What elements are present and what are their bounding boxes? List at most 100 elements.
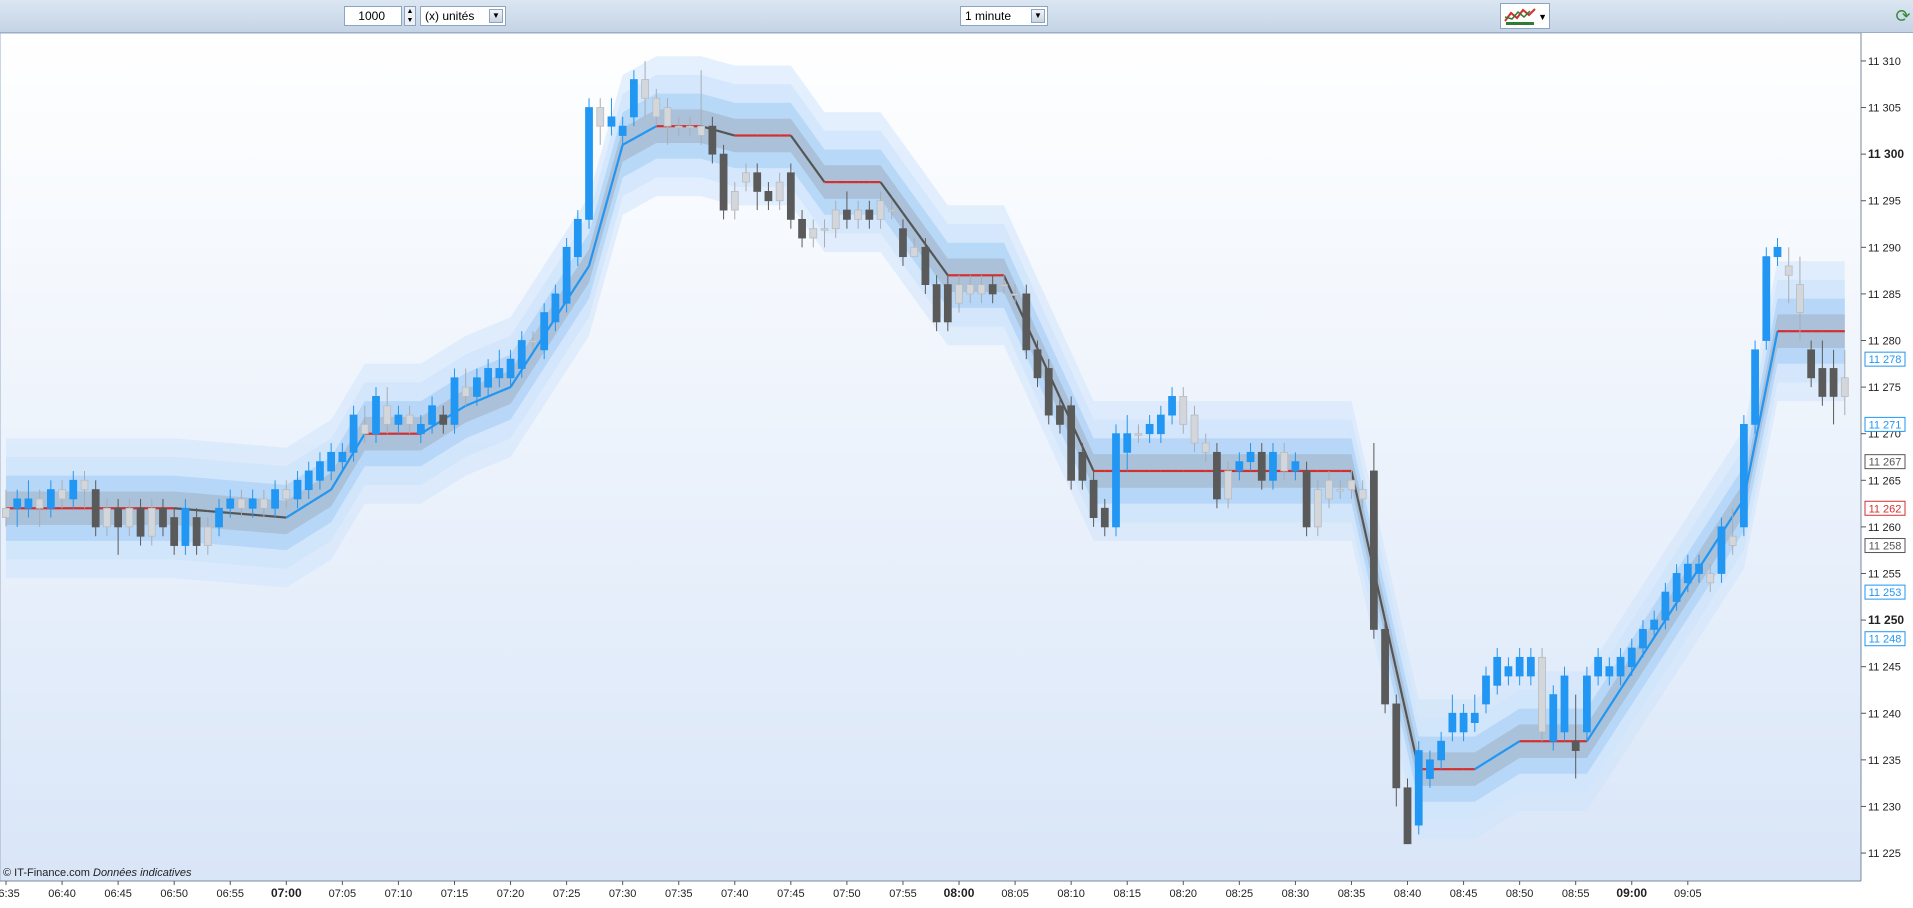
copyright-note: Données indicatives	[93, 867, 192, 879]
candle-body	[686, 125, 694, 129]
candle[interactable]	[1022, 284, 1031, 360]
price-marker: 11 253	[1864, 584, 1906, 600]
y-tick-label: 11 225	[1868, 848, 1901, 860]
candle-body	[540, 312, 549, 351]
candle-body	[114, 507, 122, 528]
candle-body	[159, 507, 167, 528]
candle-body	[1605, 666, 1614, 677]
price-marker-label: 11 267	[1869, 457, 1902, 469]
unit-select[interactable]: (x) unités ▼	[420, 6, 506, 26]
trend-segment	[274, 515, 287, 519]
candle[interactable]	[585, 98, 593, 229]
candle-body	[1650, 619, 1659, 630]
x-tick-label: 07:10	[385, 888, 413, 900]
candle[interactable]	[1560, 666, 1569, 742]
candle[interactable]	[1067, 396, 1076, 490]
y-tick-label: 11 300	[1868, 147, 1904, 161]
chevron-down-icon[interactable]: ▼	[489, 9, 503, 23]
candle-body	[1538, 656, 1546, 733]
candle-body	[226, 498, 235, 509]
candle-body	[1784, 265, 1793, 276]
y-tick-label: 11 280	[1868, 336, 1901, 348]
candle[interactable]	[1538, 648, 1546, 742]
candle-body	[1717, 526, 1726, 574]
period-select[interactable]: 1 minute ▼	[960, 6, 1048, 26]
y-tick-label: 11 240	[1868, 708, 1901, 720]
candle[interactable]	[1112, 424, 1120, 537]
candle-body	[293, 479, 302, 500]
candle-body	[1426, 759, 1434, 779]
chart-area[interactable]: 11 225 11 230 11 235 11 240 11 245 11 250 11 2…	[0, 32, 1913, 903]
candle[interactable]	[719, 144, 728, 220]
candle-body	[1033, 349, 1042, 379]
candle-body	[1336, 489, 1345, 492]
candle[interactable]	[450, 368, 459, 434]
price-marker: 11 278	[1864, 351, 1906, 367]
x-tick-label: 08:10	[1057, 888, 1085, 900]
candle-body	[1246, 451, 1255, 463]
x-tick-label: 07:55	[889, 888, 917, 900]
candle[interactable]	[1302, 461, 1311, 537]
unit-select-label: (x) unités	[425, 9, 475, 23]
candle[interactable]	[1403, 778, 1412, 845]
candle-body	[1470, 712, 1479, 723]
refresh-icon[interactable]: ⟳	[1893, 3, 1913, 29]
chart-style-button[interactable]: ▼	[1500, 3, 1550, 29]
price-marker-label: 11 278	[1869, 354, 1902, 366]
candle-body	[1740, 423, 1748, 528]
candle[interactable]	[562, 238, 571, 313]
candle-body	[1213, 451, 1221, 500]
candle-body	[1044, 368, 1053, 416]
candle-body	[1840, 377, 1849, 397]
candle-body	[2, 507, 10, 518]
candle[interactable]	[786, 163, 795, 229]
chart-toolbar: 1000 ▲ ▼ (x) unités ▼ 1 minute ▼ ▼ ⟳	[0, 0, 1913, 33]
price-marker-label: 11 253	[1869, 587, 1902, 599]
quantity-input[interactable]: 1000	[344, 6, 402, 26]
candle-body	[719, 153, 728, 211]
candle-body	[1560, 675, 1569, 733]
candle-body	[1571, 740, 1580, 751]
candle-body	[203, 526, 212, 546]
candle-body	[1683, 563, 1692, 584]
trend-segment	[241, 512, 253, 516]
candle[interactable]	[1213, 443, 1221, 509]
candle[interactable]	[1717, 517, 1726, 583]
candle-body	[1448, 712, 1457, 733]
candle[interactable]	[1762, 247, 1771, 350]
x-tick-label: 07:45	[777, 888, 805, 900]
x-tick-label: 07:30	[609, 888, 637, 900]
candle[interactable]	[1044, 359, 1053, 425]
candle[interactable]	[1381, 620, 1389, 714]
x-tick-label: 08:55	[1562, 888, 1590, 900]
candle-body	[181, 507, 190, 546]
candle-body	[1067, 405, 1076, 481]
quantity-spinner[interactable]: ▲ ▼	[404, 6, 416, 26]
candle[interactable]	[1370, 443, 1378, 639]
candle-body	[46, 489, 55, 509]
candle-body	[1179, 396, 1188, 425]
candle-body	[450, 377, 459, 425]
candle[interactable]	[1414, 741, 1423, 835]
candle-body	[596, 107, 605, 127]
candle-body	[943, 284, 952, 323]
candle-body	[1089, 479, 1098, 518]
chevron-down-icon[interactable]: ▼	[1031, 9, 1045, 23]
chevron-down-icon[interactable]: ▼	[1538, 12, 1547, 22]
candle-body	[271, 489, 279, 509]
candle-body	[260, 498, 268, 509]
candle-body	[1818, 368, 1827, 397]
candle-body	[13, 498, 22, 509]
candle-body	[764, 191, 773, 202]
candle-body	[1414, 750, 1423, 826]
candle-body	[1392, 703, 1401, 789]
candle[interactable]	[1740, 415, 1748, 537]
candle[interactable]	[1583, 666, 1591, 742]
candle-body	[1807, 349, 1816, 379]
candlestick-chart[interactable]: 11 225 11 230 11 235 11 240 11 245 11 250 11 2…	[0, 32, 1913, 903]
candle[interactable]	[1751, 340, 1759, 434]
y-tick-label: 11 235	[1868, 755, 1901, 767]
candle-body	[327, 451, 336, 472]
candle[interactable]	[1549, 685, 1558, 751]
x-tick-label: 06:35	[0, 888, 20, 900]
